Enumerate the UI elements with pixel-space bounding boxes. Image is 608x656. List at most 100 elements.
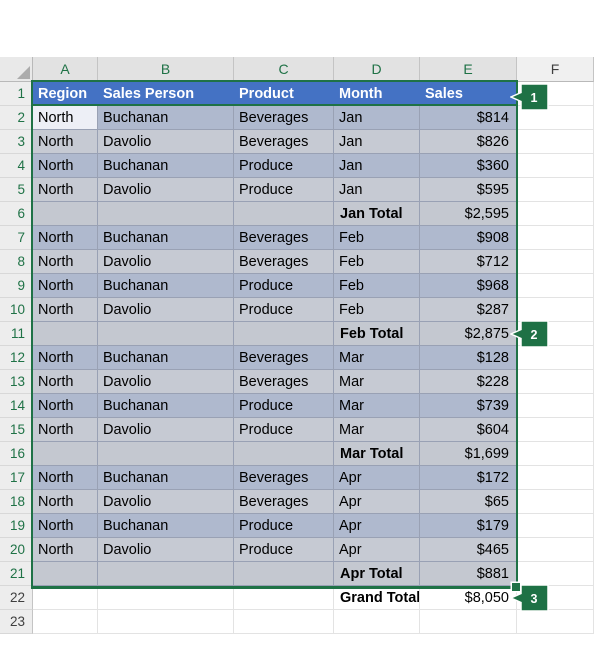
cell-B5[interactable]: Davolio <box>98 178 234 202</box>
cell-A20[interactable]: North <box>33 538 98 562</box>
row-header-16[interactable]: 16 <box>0 442 33 466</box>
cell-D8[interactable]: Feb <box>334 250 420 274</box>
cell-D7[interactable]: Feb <box>334 226 420 250</box>
cell-E2[interactable]: $814 <box>420 106 517 130</box>
column-header-D[interactable]: D <box>334 57 420 82</box>
cell-B4[interactable]: Buchanan <box>98 154 234 178</box>
cell-F13[interactable] <box>517 370 594 394</box>
cell-A15[interactable]: North <box>33 418 98 442</box>
cell-B9[interactable]: Buchanan <box>98 274 234 298</box>
cell-A4[interactable]: North <box>33 154 98 178</box>
cell-D10[interactable]: Feb <box>334 298 420 322</box>
row-header-7[interactable]: 7 <box>0 226 33 250</box>
row-header-22[interactable]: 22 <box>0 586 33 610</box>
cell-B1[interactable]: Sales Person <box>98 82 234 106</box>
cell-F8[interactable] <box>517 250 594 274</box>
row-header-2[interactable]: 2 <box>0 106 33 130</box>
cell-E10[interactable]: $287 <box>420 298 517 322</box>
cell-F19[interactable] <box>517 514 594 538</box>
select-all-corner[interactable] <box>0 57 33 82</box>
cell-B10[interactable]: Davolio <box>98 298 234 322</box>
row-header-3[interactable]: 3 <box>0 130 33 154</box>
cell-C5[interactable]: Produce <box>234 178 334 202</box>
cell-D12[interactable]: Mar <box>334 346 420 370</box>
row-header-5[interactable]: 5 <box>0 178 33 202</box>
cell-E22[interactable]: $8,050 <box>420 586 517 610</box>
row-header-23[interactable]: 23 <box>0 610 33 634</box>
row-header-15[interactable]: 15 <box>0 418 33 442</box>
cell-C12[interactable]: Beverages <box>234 346 334 370</box>
cell-F21[interactable] <box>517 562 594 586</box>
cell-B3[interactable]: Davolio <box>98 130 234 154</box>
cell-F9[interactable] <box>517 274 594 298</box>
cell-B14[interactable]: Buchanan <box>98 394 234 418</box>
column-header-F[interactable]: F <box>517 57 594 82</box>
column-header-E[interactable]: E <box>420 57 517 82</box>
cell-E20[interactable]: $465 <box>420 538 517 562</box>
row-header-4[interactable]: 4 <box>0 154 33 178</box>
cell-D15[interactable]: Mar <box>334 418 420 442</box>
cell-F14[interactable] <box>517 394 594 418</box>
cell-D6[interactable]: Jan Total <box>334 202 420 226</box>
cell-C9[interactable]: Produce <box>234 274 334 298</box>
cell-C22[interactable] <box>234 586 334 610</box>
cell-D22[interactable]: Grand Total <box>334 586 420 610</box>
cell-A11[interactable] <box>33 322 98 346</box>
cell-B19[interactable]: Buchanan <box>98 514 234 538</box>
cell-B6[interactable] <box>98 202 234 226</box>
row-header-19[interactable]: 19 <box>0 514 33 538</box>
cell-C2[interactable]: Beverages <box>234 106 334 130</box>
cell-F3[interactable] <box>517 130 594 154</box>
cell-F12[interactable] <box>517 346 594 370</box>
cell-B11[interactable] <box>98 322 234 346</box>
cell-E21[interactable]: $881 <box>420 562 517 586</box>
cell-E3[interactable]: $826 <box>420 130 517 154</box>
cell-F23[interactable] <box>517 610 594 634</box>
cell-A12[interactable]: North <box>33 346 98 370</box>
cell-A21[interactable] <box>33 562 98 586</box>
row-header-13[interactable]: 13 <box>0 370 33 394</box>
cell-B8[interactable]: Davolio <box>98 250 234 274</box>
cell-C13[interactable]: Beverages <box>234 370 334 394</box>
cell-A14[interactable]: North <box>33 394 98 418</box>
cell-C11[interactable] <box>234 322 334 346</box>
cell-E1[interactable]: Sales <box>420 82 517 106</box>
cell-A19[interactable]: North <box>33 514 98 538</box>
cell-E14[interactable]: $739 <box>420 394 517 418</box>
cell-A8[interactable]: North <box>33 250 98 274</box>
cell-B23[interactable] <box>98 610 234 634</box>
cell-D11[interactable]: Feb Total <box>334 322 420 346</box>
cell-E23[interactable] <box>420 610 517 634</box>
cell-E16[interactable]: $1,699 <box>420 442 517 466</box>
cell-B7[interactable]: Buchanan <box>98 226 234 250</box>
column-header-C[interactable]: C <box>234 57 334 82</box>
cell-E18[interactable]: $65 <box>420 490 517 514</box>
cell-F16[interactable] <box>517 442 594 466</box>
row-header-14[interactable]: 14 <box>0 394 33 418</box>
row-header-12[interactable]: 12 <box>0 346 33 370</box>
cell-D14[interactable]: Mar <box>334 394 420 418</box>
cell-B21[interactable] <box>98 562 234 586</box>
cell-D5[interactable]: Jan <box>334 178 420 202</box>
cell-C4[interactable]: Produce <box>234 154 334 178</box>
cell-A9[interactable]: North <box>33 274 98 298</box>
cell-A10[interactable]: North <box>33 298 98 322</box>
cell-E5[interactable]: $595 <box>420 178 517 202</box>
cell-C15[interactable]: Produce <box>234 418 334 442</box>
cell-A1[interactable]: Region <box>33 82 98 106</box>
cell-F4[interactable] <box>517 154 594 178</box>
cell-D20[interactable]: Apr <box>334 538 420 562</box>
cell-B2[interactable]: Buchanan <box>98 106 234 130</box>
cell-F10[interactable] <box>517 298 594 322</box>
row-header-10[interactable]: 10 <box>0 298 33 322</box>
row-header-1[interactable]: 1 <box>0 82 33 106</box>
row-header-20[interactable]: 20 <box>0 538 33 562</box>
cell-A23[interactable] <box>33 610 98 634</box>
cell-E17[interactable]: $172 <box>420 466 517 490</box>
cell-D13[interactable]: Mar <box>334 370 420 394</box>
cell-F15[interactable] <box>517 418 594 442</box>
cell-C1[interactable]: Product <box>234 82 334 106</box>
cell-E15[interactable]: $604 <box>420 418 517 442</box>
cell-D19[interactable]: Apr <box>334 514 420 538</box>
cell-E8[interactable]: $712 <box>420 250 517 274</box>
